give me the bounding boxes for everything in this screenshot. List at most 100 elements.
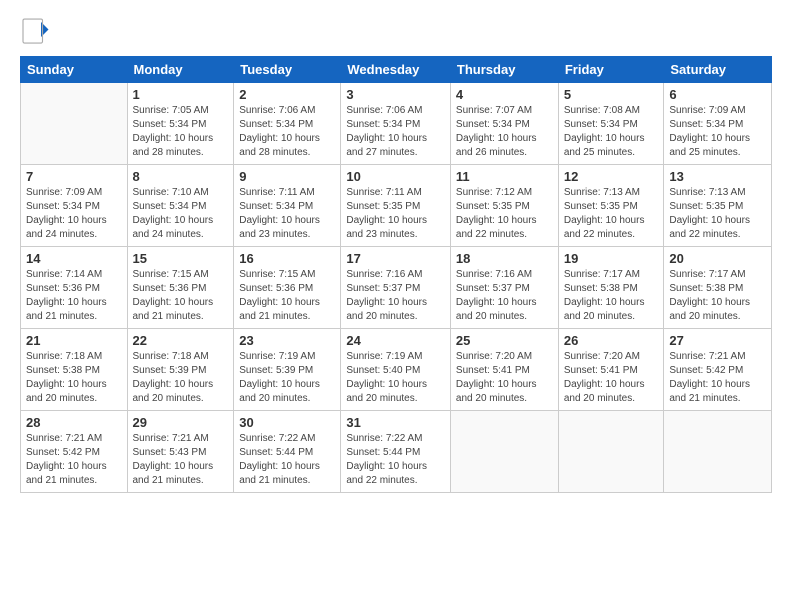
calendar-cell: 20 Sunrise: 7:17 AM Sunset: 5:38 PM Dayli… — [664, 247, 772, 329]
day-info: Sunrise: 7:10 AM Sunset: 5:34 PM Dayligh… — [133, 186, 229, 242]
calendar-cell: 1 Sunrise: 7:05 AM Sunset: 5:34 PM Daylig… — [127, 83, 234, 165]
calendar-cell: 19 Sunrise: 7:17 AM Sunset: 5:38 PM Dayli… — [558, 247, 664, 329]
calendar-cell: 10 Sunrise: 7:11 AM Sunset: 5:35 PM Dayli… — [341, 165, 451, 247]
day-number: 13 — [669, 169, 766, 184]
calendar-body: 1 Sunrise: 7:05 AM Sunset: 5:34 PM Daylig… — [21, 83, 772, 493]
day-info: Sunrise: 7:21 AM Sunset: 5:42 PM Dayligh… — [669, 350, 766, 406]
day-number: 3 — [346, 87, 445, 102]
day-info: Sunrise: 7:16 AM Sunset: 5:37 PM Dayligh… — [456, 268, 553, 324]
day-number: 20 — [669, 251, 766, 266]
day-number: 8 — [133, 169, 229, 184]
calendar-cell: 9 Sunrise: 7:11 AM Sunset: 5:34 PM Daylig… — [234, 165, 341, 247]
day-number: 4 — [456, 87, 553, 102]
day-number: 6 — [669, 87, 766, 102]
calendar-week-4: 21 Sunrise: 7:18 AM Sunset: 5:38 PM Dayli… — [21, 329, 772, 411]
day-info: Sunrise: 7:06 AM Sunset: 5:34 PM Dayligh… — [239, 104, 335, 160]
calendar: SundayMondayTuesdayWednesdayThursdayFrid… — [20, 56, 772, 493]
calendar-cell: 12 Sunrise: 7:13 AM Sunset: 5:35 PM Dayli… — [558, 165, 664, 247]
calendar-cell — [664, 411, 772, 493]
day-info: Sunrise: 7:17 AM Sunset: 5:38 PM Dayligh… — [669, 268, 766, 324]
logo-icon — [20, 16, 50, 46]
day-info: Sunrise: 7:15 AM Sunset: 5:36 PM Dayligh… — [133, 268, 229, 324]
day-info: Sunrise: 7:13 AM Sunset: 5:35 PM Dayligh… — [564, 186, 659, 242]
calendar-cell: 17Sunrise: 7:16 AM Sunset: 5:37 PM Dayli… — [341, 247, 451, 329]
day-info: Sunrise: 7:19 AM Sunset: 5:40 PM Dayligh… — [346, 350, 445, 406]
calendar-cell: 29Sunrise: 7:21 AM Sunset: 5:43 PM Dayli… — [127, 411, 234, 493]
day-number: 30 — [239, 415, 335, 430]
calendar-cell — [450, 411, 558, 493]
calendar-cell: 4 Sunrise: 7:07 AM Sunset: 5:34 PM Daylig… — [450, 83, 558, 165]
calendar-cell: 30Sunrise: 7:22 AM Sunset: 5:44 PM Dayli… — [234, 411, 341, 493]
day-number: 31 — [346, 415, 445, 430]
day-number: 21 — [26, 333, 122, 348]
day-info: Sunrise: 7:19 AM Sunset: 5:39 PM Dayligh… — [239, 350, 335, 406]
day-info: Sunrise: 7:15 AM Sunset: 5:36 PM Dayligh… — [239, 268, 335, 324]
calendar-cell: 14 Sunrise: 7:14 AM Sunset: 5:36 PM Dayli… — [21, 247, 128, 329]
day-number: 17 — [346, 251, 445, 266]
day-info: Sunrise: 7:21 AM Sunset: 5:43 PM Dayligh… — [133, 432, 229, 488]
calendar-week-3: 14 Sunrise: 7:14 AM Sunset: 5:36 PM Dayli… — [21, 247, 772, 329]
calendar-cell: 5 Sunrise: 7:08 AM Sunset: 5:34 PM Daylig… — [558, 83, 664, 165]
day-number: 23 — [239, 333, 335, 348]
day-info: Sunrise: 7:13 AM Sunset: 5:35 PM Dayligh… — [669, 186, 766, 242]
day-info: Sunrise: 7:12 AM Sunset: 5:35 PM Dayligh… — [456, 186, 553, 242]
header-cell-saturday: Saturday — [664, 57, 772, 83]
calendar-cell: 28 Sunrise: 7:21 AM Sunset: 5:42 PM Dayli… — [21, 411, 128, 493]
header-cell-tuesday: Tuesday — [234, 57, 341, 83]
logo — [20, 16, 54, 46]
day-info: Sunrise: 7:09 AM Sunset: 5:34 PM Dayligh… — [26, 186, 122, 242]
day-number: 26 — [564, 333, 659, 348]
header-cell-sunday: Sunday — [21, 57, 128, 83]
calendar-cell: 24Sunrise: 7:19 AM Sunset: 5:40 PM Dayli… — [341, 329, 451, 411]
calendar-cell: 22Sunrise: 7:18 AM Sunset: 5:39 PM Dayli… — [127, 329, 234, 411]
calendar-cell: 8 Sunrise: 7:10 AM Sunset: 5:34 PM Daylig… — [127, 165, 234, 247]
day-info: Sunrise: 7:09 AM Sunset: 5:34 PM Dayligh… — [669, 104, 766, 160]
day-number: 10 — [346, 169, 445, 184]
day-number: 16 — [239, 251, 335, 266]
day-info: Sunrise: 7:08 AM Sunset: 5:34 PM Dayligh… — [564, 104, 659, 160]
day-number: 7 — [26, 169, 122, 184]
day-info: Sunrise: 7:14 AM Sunset: 5:36 PM Dayligh… — [26, 268, 122, 324]
calendar-header-row: SundayMondayTuesdayWednesdayThursdayFrid… — [21, 57, 772, 83]
day-info: Sunrise: 7:11 AM Sunset: 5:35 PM Dayligh… — [346, 186, 445, 242]
day-info: Sunrise: 7:18 AM Sunset: 5:39 PM Dayligh… — [133, 350, 229, 406]
calendar-cell: 16 Sunrise: 7:15 AM Sunset: 5:36 PM Dayli… — [234, 247, 341, 329]
day-number: 28 — [26, 415, 122, 430]
calendar-week-5: 28 Sunrise: 7:21 AM Sunset: 5:42 PM Dayli… — [21, 411, 772, 493]
calendar-cell: 6 Sunrise: 7:09 AM Sunset: 5:34 PM Daylig… — [664, 83, 772, 165]
calendar-cell — [558, 411, 664, 493]
day-info: Sunrise: 7:22 AM Sunset: 5:44 PM Dayligh… — [346, 432, 445, 488]
calendar-week-2: 7 Sunrise: 7:09 AM Sunset: 5:34 PM Daylig… — [21, 165, 772, 247]
day-number: 5 — [564, 87, 659, 102]
day-number: 9 — [239, 169, 335, 184]
calendar-cell: 27 Sunrise: 7:21 AM Sunset: 5:42 PM Dayli… — [664, 329, 772, 411]
day-info: Sunrise: 7:05 AM Sunset: 5:34 PM Dayligh… — [133, 104, 229, 160]
calendar-cell: 3 Sunrise: 7:06 AM Sunset: 5:34 PM Daylig… — [341, 83, 451, 165]
calendar-cell: 23 Sunrise: 7:19 AM Sunset: 5:39 PM Dayli… — [234, 329, 341, 411]
calendar-cell: 2 Sunrise: 7:06 AM Sunset: 5:34 PM Daylig… — [234, 83, 341, 165]
day-info: Sunrise: 7:18 AM Sunset: 5:38 PM Dayligh… — [26, 350, 122, 406]
calendar-cell: 7 Sunrise: 7:09 AM Sunset: 5:34 PM Daylig… — [21, 165, 128, 247]
calendar-cell: 31 Sunrise: 7:22 AM Sunset: 5:44 PM Dayli… — [341, 411, 451, 493]
header-cell-friday: Friday — [558, 57, 664, 83]
day-number: 12 — [564, 169, 659, 184]
day-number: 14 — [26, 251, 122, 266]
day-number: 1 — [133, 87, 229, 102]
calendar-cell: 13 Sunrise: 7:13 AM Sunset: 5:35 PM Dayli… — [664, 165, 772, 247]
calendar-cell: 25Sunrise: 7:20 AM Sunset: 5:41 PM Dayli… — [450, 329, 558, 411]
header-cell-wednesday: Wednesday — [341, 57, 451, 83]
day-info: Sunrise: 7:07 AM Sunset: 5:34 PM Dayligh… — [456, 104, 553, 160]
day-number: 18 — [456, 251, 553, 266]
day-info: Sunrise: 7:20 AM Sunset: 5:41 PM Dayligh… — [456, 350, 553, 406]
day-info: Sunrise: 7:21 AM Sunset: 5:42 PM Dayligh… — [26, 432, 122, 488]
page: SundayMondayTuesdayWednesdayThursdayFrid… — [0, 0, 792, 612]
day-number: 19 — [564, 251, 659, 266]
day-info: Sunrise: 7:11 AM Sunset: 5:34 PM Dayligh… — [239, 186, 335, 242]
calendar-cell: 11 Sunrise: 7:12 AM Sunset: 5:35 PM Dayli… — [450, 165, 558, 247]
day-info: Sunrise: 7:17 AM Sunset: 5:38 PM Dayligh… — [564, 268, 659, 324]
calendar-cell: 26Sunrise: 7:20 AM Sunset: 5:41 PM Dayli… — [558, 329, 664, 411]
day-info: Sunrise: 7:06 AM Sunset: 5:34 PM Dayligh… — [346, 104, 445, 160]
day-number: 11 — [456, 169, 553, 184]
day-number: 2 — [239, 87, 335, 102]
day-number: 27 — [669, 333, 766, 348]
